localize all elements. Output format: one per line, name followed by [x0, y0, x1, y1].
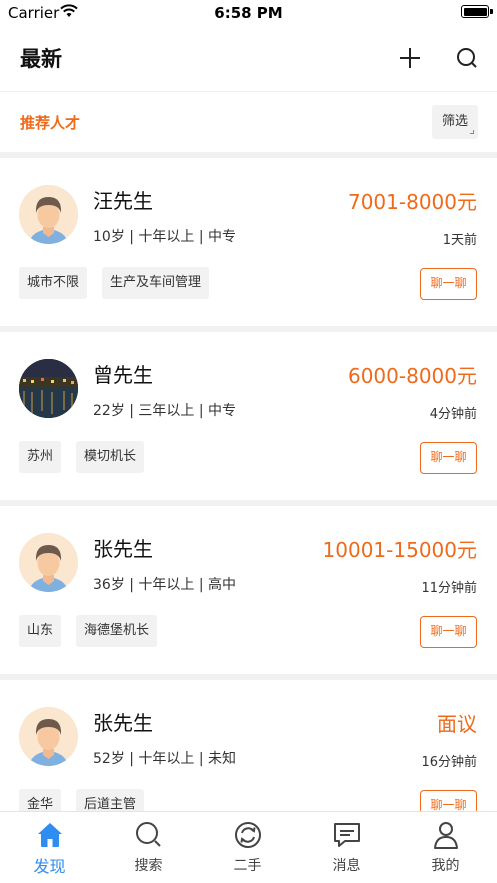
tab-label: 消息 — [332, 858, 361, 874]
add-icon[interactable] — [398, 46, 422, 70]
candidate-card[interactable]: 曾先生 6000-8000元 22岁 | 三年以上 | 中专 4分钟前 苏州 模… — [0, 332, 497, 500]
tab-label: 发现 — [33, 857, 66, 876]
default-male-avatar-icon — [19, 707, 78, 766]
recycle-icon — [235, 822, 261, 848]
night-river-photo-icon — [19, 359, 78, 418]
candidate-card[interactable]: 汪先生 7001-8000元 10岁 | 十年以上 | 中专 1天前 城市不限 … — [0, 158, 497, 326]
tab-messages[interactable]: 消息 — [297, 812, 396, 883]
tag-list: 城市不限 生产及车间管理 — [19, 267, 210, 299]
tag-list: 山东 海德堡机长 — [19, 615, 158, 647]
tag: 山东 — [19, 615, 62, 647]
candidate-meta: 22岁 | 三年以上 | 中专 — [93, 403, 237, 419]
tag: 金华 — [19, 789, 62, 811]
candidate-name: 汪先生 — [93, 189, 153, 213]
clock: 6:58 PM — [214, 4, 283, 22]
tag-list: 金华 后道主管 — [19, 789, 145, 811]
tab-label: 搜索 — [134, 858, 163, 874]
tab-discover[interactable]: 发现 — [0, 812, 99, 883]
search-icon — [136, 822, 161, 847]
recommend-talent-label: 推荐人才 — [20, 114, 81, 132]
candidate-name: 曾先生 — [93, 363, 153, 387]
default-male-avatar-icon — [19, 533, 78, 592]
message-icon — [334, 823, 360, 847]
tag: 生产及车间管理 — [102, 267, 210, 299]
posted-time: 4分钟前 — [429, 407, 477, 422]
battery-icon — [461, 5, 493, 18]
tab-label: 我的 — [431, 858, 460, 874]
page-title: 最新 — [20, 47, 62, 71]
chat-button[interactable]: 聊一聊 — [420, 442, 477, 474]
posted-time: 11分钟前 — [421, 581, 477, 596]
filter-button[interactable]: 筛选 — [432, 105, 478, 139]
tab-search[interactable]: 搜索 — [99, 812, 198, 883]
avatar — [19, 185, 78, 244]
tag: 苏州 — [19, 441, 62, 473]
salary: 7001-8000元 — [347, 190, 477, 214]
candidate-card[interactable]: 张先生 10001-15000元 36岁 | 十年以上 | 高中 11分钟前 山… — [0, 506, 497, 674]
candidate-meta: 52岁 | 十年以上 | 未知 — [93, 751, 237, 767]
navigation-bar: 最新 — [0, 26, 497, 92]
corner-indicator-icon — [470, 130, 474, 134]
tag-list: 苏州 模切机长 — [19, 441, 145, 473]
posted-time: 16分钟前 — [421, 755, 477, 770]
filter-button-label: 筛选 — [441, 114, 468, 129]
avatar — [19, 707, 78, 766]
salary: 6000-8000元 — [347, 364, 477, 388]
candidate-meta: 36岁 | 十年以上 | 高中 — [93, 577, 237, 593]
search-icon[interactable] — [455, 46, 479, 70]
chat-button[interactable]: 聊一聊 — [420, 616, 477, 648]
tab-label: 二手 — [233, 858, 262, 874]
tab-secondhand[interactable]: 二手 — [198, 812, 297, 883]
tag: 模切机长 — [76, 441, 145, 473]
avatar — [19, 359, 78, 418]
recommend-header: 推荐人才 筛选 — [0, 92, 497, 152]
status-bar: Carrier 6:58 PM — [0, 0, 497, 26]
posted-time: 1天前 — [442, 233, 477, 248]
candidate-name: 张先生 — [93, 537, 153, 561]
tag: 城市不限 — [19, 267, 88, 299]
candidate-meta: 10岁 | 十年以上 | 中专 — [93, 229, 237, 245]
user-icon — [434, 822, 458, 849]
tab-bar: 发现 搜索 二手 消息 我的 — [0, 811, 497, 883]
chat-button[interactable]: 聊一聊 — [420, 790, 477, 811]
avatar — [19, 533, 78, 592]
tag: 海德堡机长 — [76, 615, 158, 647]
candidate-card[interactable]: 张先生 面议 52岁 | 十年以上 | 未知 16分钟前 金华 后道主管 聊一聊 — [0, 680, 497, 811]
tab-profile[interactable]: 我的 — [396, 812, 497, 883]
default-male-avatar-icon — [19, 185, 78, 244]
salary: 面议 — [437, 712, 477, 736]
salary: 10001-15000元 — [322, 538, 477, 562]
home-icon — [38, 823, 62, 847]
tag: 后道主管 — [76, 789, 145, 811]
candidate-name: 张先生 — [93, 711, 153, 735]
chat-button[interactable]: 聊一聊 — [420, 268, 477, 300]
